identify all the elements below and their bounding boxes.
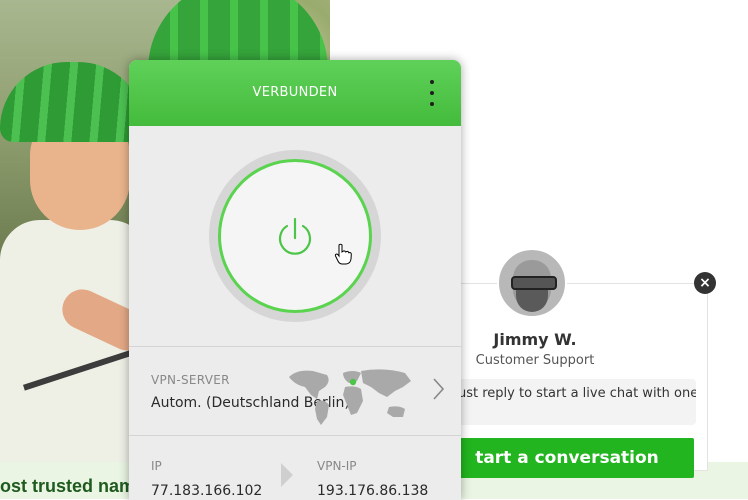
photo-child-helmet: [0, 62, 145, 142]
chat-message-preview: ust reply to start a live chat with one: [450, 379, 696, 425]
chevron-right-icon: [433, 378, 445, 400]
agent-role: Customer Support: [475, 353, 595, 368]
vpn-ip-value: 193.176.86.138: [317, 483, 429, 499]
world-map-icon: [289, 369, 411, 425]
arrow-right-icon: [281, 463, 293, 487]
slogan-text: ost trusted nam: [0, 476, 136, 496]
server-label: VPN-SERVER: [151, 373, 230, 387]
kebab-menu-icon[interactable]: [425, 80, 439, 106]
power-icon: [278, 217, 312, 255]
ip-value: 77.183.166.102: [151, 483, 263, 499]
vpn-server-selector[interactable]: VPN-SERVER Autom. (Deutschland Berlin): [129, 347, 461, 435]
agent-avatar: [497, 248, 567, 318]
avatar-glasses: [511, 276, 557, 290]
chat-close-button[interactable]: ×: [694, 272, 716, 294]
hand-cursor-icon: [334, 243, 352, 265]
vpn-header: VERBUNDEN: [129, 60, 461, 126]
connection-status: VERBUNDEN: [252, 85, 338, 100]
agent-name: Jimmy W.: [493, 330, 577, 349]
ip-label: IP: [151, 459, 162, 473]
avatar-beard: [516, 290, 548, 312]
vpn-ip-label: VPN-IP: [317, 459, 357, 473]
start-conversation-button[interactable]: tart a conversation: [440, 438, 694, 478]
ip-info-row: IP 77.183.166.102 VPN-IP 193.176.86.138: [129, 436, 461, 500]
vpn-panel: VERBUNDEN VPN-SERVER Autom. (Deutschland…: [129, 60, 461, 500]
